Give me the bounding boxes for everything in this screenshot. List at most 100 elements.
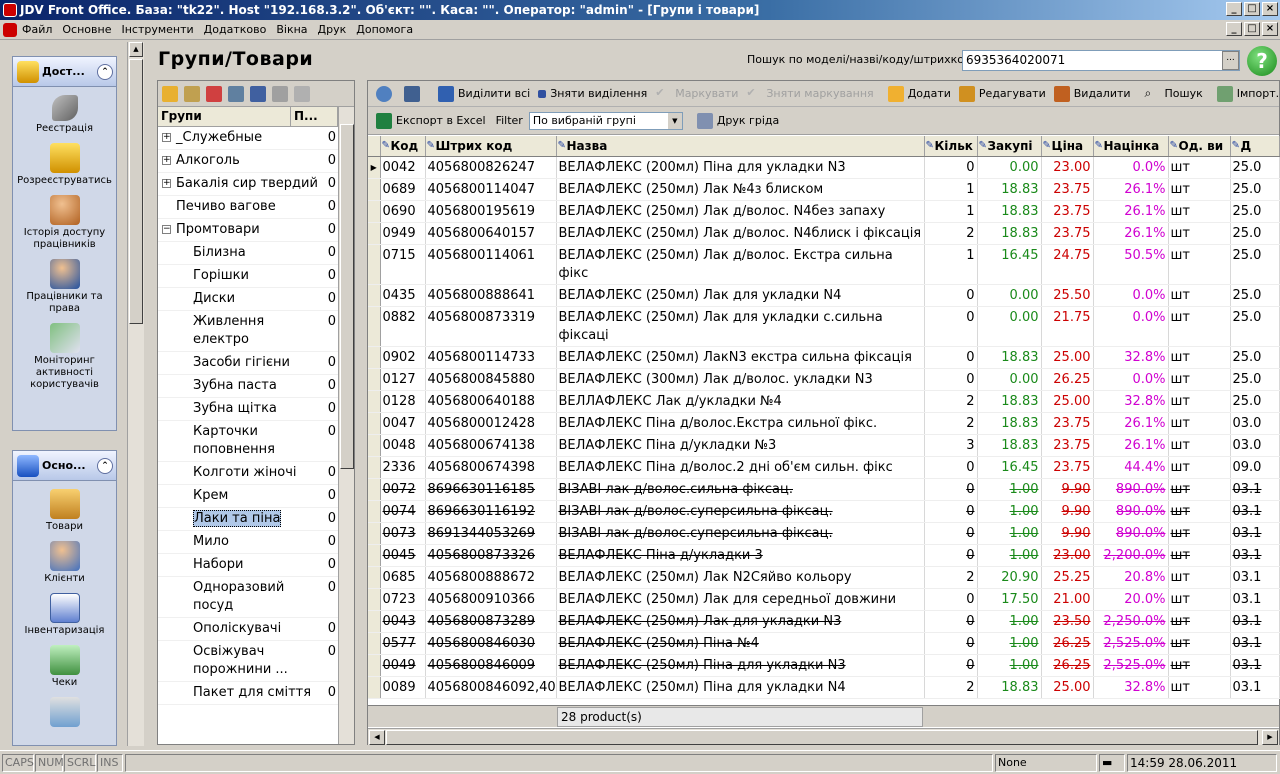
scroll-thumb[interactable] (340, 124, 354, 469)
cell-unit[interactable]: шт (1168, 306, 1231, 347)
cell-barcode[interactable]: 4056800888672 (425, 566, 557, 589)
cell-code[interactable]: 0949 (380, 222, 426, 245)
cell-price[interactable]: 9.90 (1041, 522, 1094, 545)
cell-date[interactable]: 03.1 (1230, 610, 1280, 633)
cell-qty[interactable]: 0 (924, 368, 978, 391)
cell-date[interactable]: 03.1 (1230, 478, 1280, 501)
cell-barcode[interactable]: 4056800640188 (425, 390, 557, 413)
group-item[interactable]: Засоби гігієни 0 (158, 352, 338, 375)
row-indicator[interactable] (368, 654, 381, 677)
cell-buy-price[interactable]: 1.00 (977, 654, 1042, 677)
group-item[interactable]: Печиво вагове 0 (158, 196, 338, 219)
cell-date[interactable]: 25.0 (1230, 346, 1280, 369)
cell-qty[interactable]: 0 (924, 456, 978, 479)
list-view-icon[interactable] (228, 85, 244, 102)
cell-qty[interactable]: 0 (924, 500, 978, 523)
cell-barcode[interactable]: 8696630116185 (425, 478, 557, 501)
cell-unit[interactable]: шт (1168, 522, 1231, 545)
refresh-button[interactable] (372, 84, 400, 104)
cell-markup[interactable]: 32.8% (1093, 346, 1169, 369)
cell-unit[interactable]: шт (1168, 500, 1231, 523)
nav-panel-access-header[interactable]: Дост... ⌃ (13, 57, 116, 87)
row-indicator[interactable] (368, 632, 381, 655)
cell-buy-price[interactable]: 18.83 (977, 222, 1042, 245)
cell-markup[interactable]: 26.1% (1093, 434, 1169, 457)
table-row[interactable]: 0127 4056800845880 ВЕЛАФЛЕКС (300мл) Лак д… (368, 368, 1280, 391)
cell-code[interactable]: 0723 (380, 588, 426, 611)
group-item[interactable]: Лаки та піна 0 (158, 508, 338, 531)
panel-splitter[interactable] (358, 80, 364, 745)
group-item[interactable]: Одноразовий посуд 0 (158, 577, 338, 618)
table-row[interactable]: 0685 4056800888672 ВЕЛАФЛЕКС (250мл) Лак N… (368, 566, 1280, 589)
cell-qty[interactable]: 2 (924, 412, 978, 435)
cell-name[interactable]: ВЕЛАФЛЕКС (250мл) Піна для укладки N4 (556, 676, 925, 699)
menu-app-icon[interactable] (3, 23, 17, 37)
child-restore-button[interactable]: □ (1244, 22, 1260, 36)
cell-barcode[interactable]: 4056800114061 (425, 244, 557, 285)
cell-unit[interactable]: шт (1168, 200, 1231, 223)
cell-name[interactable]: ВЕЛАФЛЕКС (250мл) Лак для укладки N3 (556, 610, 925, 633)
cell-name[interactable]: ВЕЛАФЛЕКС Піна д/укладки №3 (556, 434, 925, 457)
cell-date[interactable]: 03.1 (1230, 676, 1280, 699)
row-indicator[interactable] (368, 478, 381, 501)
table-row[interactable]: 0949 4056800640157 ВЕЛАФЛЕКС (250мл) Лак д… (368, 222, 1280, 245)
groups-col-count[interactable]: П... (291, 107, 338, 126)
cell-code[interactable]: 2336 (380, 456, 426, 479)
nav-item-employees[interactable]: Працівники та права (13, 259, 116, 315)
row-indicator[interactable] (368, 368, 381, 391)
scroll-right-icon[interactable]: ▶ (1262, 730, 1278, 745)
nav-item-monitoring[interactable]: Моніторинг активності користувачів (13, 323, 116, 391)
scroll-thumb[interactable] (386, 730, 1258, 745)
cell-price[interactable]: 25.00 (1041, 390, 1094, 413)
cell-name[interactable]: ВЕЛАФЛЕКС (250мл) Лак для укладки с.силь… (556, 306, 925, 347)
cell-qty[interactable]: 2 (924, 566, 978, 589)
cell-markup[interactable]: 44.4% (1093, 456, 1169, 479)
table-row[interactable]: 0074 8696630116192 ВІЗАВІ лак д/волос.супе… (368, 500, 1280, 523)
cell-date[interactable]: 25.0 (1230, 244, 1280, 285)
scroll-left-icon[interactable]: ◀ (369, 730, 385, 745)
delete-group-icon[interactable] (206, 85, 222, 102)
cell-price[interactable]: 23.75 (1041, 178, 1094, 201)
cell-qty[interactable]: 1 (924, 178, 978, 201)
cell-name[interactable]: ВЕЛАФЛЕКС (250мл) ЛакN3 екстра сильна фі… (556, 346, 925, 369)
cell-code[interactable]: 0042 (380, 156, 426, 179)
group-item[interactable]: Карточки поповнення 0 (158, 421, 338, 462)
current-row-icon[interactable]: ▶ (368, 156, 381, 179)
add-group-icon[interactable] (162, 85, 178, 102)
cell-price[interactable]: 23.75 (1041, 200, 1094, 223)
search-button[interactable]: ⌕ Пошук (1141, 84, 1207, 104)
group-item[interactable]: + Алкоголь 0 (158, 150, 338, 173)
nav-panel-main-header[interactable]: Осно... ⌃ (13, 451, 116, 481)
cell-code[interactable]: 0577 (380, 632, 426, 655)
cell-barcode[interactable]: 4056800873319 (425, 306, 557, 347)
cell-buy-price[interactable]: 18.83 (977, 434, 1042, 457)
col-barcode[interactable]: ✎ Штрих код (425, 136, 557, 157)
cell-barcode[interactable]: 4056800674138 (425, 434, 557, 457)
cell-unit[interactable]: шт (1168, 346, 1231, 369)
cell-price[interactable]: 23.00 (1041, 544, 1094, 567)
cell-name[interactable]: ВЕЛАФЛЕКС (250мл) Лак д/волос. Екстра си… (556, 244, 925, 285)
cell-buy-price[interactable]: 18.83 (977, 412, 1042, 435)
cell-unit[interactable]: шт (1168, 632, 1231, 655)
cell-name[interactable]: ВЕЛАФЛЕКС (250мл) Лак №4з блиском (556, 178, 925, 201)
cell-date[interactable]: 25.0 (1230, 156, 1280, 179)
table-row[interactable]: ▶ 0042 4056800826247 ВЕЛАФЛЕКС (200мл) Піна… (368, 156, 1280, 179)
cell-markup[interactable]: 0.0% (1093, 368, 1169, 391)
row-indicator[interactable] (368, 566, 381, 589)
cell-buy-price[interactable]: 18.83 (977, 200, 1042, 223)
cell-name[interactable]: ВЕЛАФЛЕКС (200мл) Піна для укладки N3 (556, 156, 925, 179)
cell-price[interactable]: 23.75 (1041, 222, 1094, 245)
table-row[interactable]: 0435 4056800888641 ВЕЛАФЛЕКС (250мл) Лак д… (368, 284, 1280, 307)
cell-date[interactable]: 03.1 (1230, 500, 1280, 523)
table-row[interactable]: 0723 4056800910366 ВЕЛАФЛЕКС (250мл) Лак д… (368, 588, 1280, 611)
table-row[interactable]: 0577 4056800846030 ВЕЛАФЛЕКС (250мл) Піна … (368, 632, 1280, 655)
cell-markup[interactable]: 26.1% (1093, 412, 1169, 435)
col-date[interactable]: ✎ Д (1230, 136, 1280, 157)
cell-date[interactable]: 03.1 (1230, 544, 1280, 567)
cell-buy-price[interactable]: 18.83 (977, 346, 1042, 369)
cell-unit[interactable]: шт (1168, 566, 1231, 589)
table-row[interactable]: 0690 4056800195619 ВЕЛАФЛЕКС (250мл) Лак д… (368, 200, 1280, 223)
deselect-button[interactable]: Зняти виділення (534, 85, 651, 102)
group-item[interactable]: Живлення електро 0 (158, 311, 338, 352)
cell-markup[interactable]: 2,200.0% (1093, 544, 1169, 567)
